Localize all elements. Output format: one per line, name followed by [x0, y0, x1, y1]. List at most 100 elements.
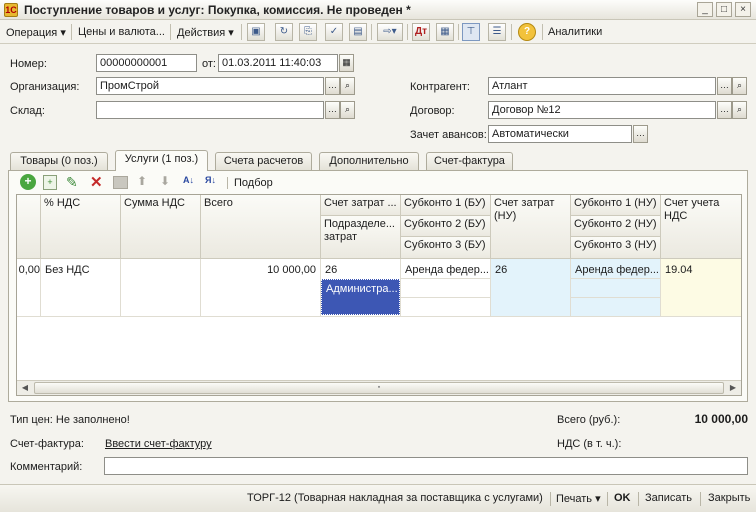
grid-header-cost-account-nu[interactable]: Счет затрат (НУ) — [491, 195, 571, 259]
scroll-thumb[interactable]: ▪ — [34, 382, 724, 394]
structure-icon[interactable]: ⊤ — [462, 23, 480, 41]
grid-header-vat-rate[interactable]: % НДС — [41, 195, 121, 259]
grid-toolbar-separator — [227, 177, 228, 189]
grid-header-subconto1-bu[interactable]: Субконто 1 (БУ) — [401, 195, 491, 216]
footer-separator — [550, 492, 551, 506]
move-down-icon[interactable]: ⬇ — [160, 174, 170, 188]
warehouse-label: Склад: — [10, 105, 45, 117]
clear-post-icon[interactable]: ▤ — [349, 23, 367, 41]
grid-header-subdivision[interactable]: Подразделе... затрат — [321, 216, 401, 259]
row-vat-sum-cell[interactable] — [121, 261, 200, 265]
dt-kt-icon[interactable]: Дт — [412, 23, 430, 41]
advance-select-button[interactable]: … — [633, 125, 648, 143]
row-vat-account-cell[interactable]: 19.04 — [661, 261, 741, 279]
grid-header-cost-account[interactable]: Счет затрат ... — [321, 195, 401, 216]
app-logo-icon: 1С — [4, 3, 18, 17]
grid-header-vat-sum[interactable]: Сумма НДС — [121, 195, 201, 259]
row-cost-account-nu-cell[interactable]: 26 — [491, 261, 570, 279]
list-icon[interactable]: ☰ — [488, 23, 506, 41]
grid-header-vat-account[interactable]: Счет учета НДС — [661, 195, 741, 259]
contract-select-button[interactable]: … — [717, 101, 732, 119]
grid-header-subconto2-bu[interactable]: Субконто 2 (БУ) — [401, 216, 491, 237]
footer-separator — [607, 492, 608, 506]
minimize-button[interactable]: _ — [697, 2, 713, 17]
date-field[interactable]: 01.03.2011 11:40:03 — [218, 54, 338, 72]
grid-header-total[interactable]: Всего — [201, 195, 321, 259]
row-subconto1-nu-cell[interactable]: Аренда федер... — [571, 261, 660, 279]
org-search-icon[interactable]: ⌕ — [340, 77, 355, 95]
contractor-label: Контрагент: — [410, 81, 470, 93]
warehouse-select-button[interactable]: … — [325, 101, 340, 119]
contractor-field[interactable]: Атлант — [488, 77, 716, 95]
calendar-icon[interactable]: ▦ — [339, 54, 354, 72]
scroll-right-icon[interactable]: ▶ — [726, 382, 740, 394]
row-subdivision-cell[interactable]: Администра... — [321, 279, 400, 315]
selection-button[interactable]: Подбор — [234, 177, 273, 189]
tab-accounts[interactable]: Счета расчетов — [215, 152, 312, 170]
delete-row-icon[interactable]: ✕ — [90, 173, 103, 191]
maximize-button[interactable]: □ — [716, 2, 732, 17]
enter-invoice-link[interactable]: Ввести счет-фактуру — [105, 438, 212, 450]
comment-field[interactable] — [104, 457, 748, 475]
actions-menu[interactable]: Действия ▾ — [177, 26, 234, 39]
number-label: Номер: — [10, 58, 47, 70]
scroll-left-icon[interactable]: ◀ — [18, 382, 32, 394]
grid-header-subconto3-nu[interactable]: Субконто 3 (НУ) — [571, 237, 661, 259]
contractor-select-button[interactable]: … — [717, 77, 732, 95]
operation-menu[interactable]: Операция ▾ — [6, 26, 66, 39]
number-field[interactable]: 00000000001 — [96, 54, 197, 72]
print-menu-button[interactable]: Печать ▾ — [556, 492, 601, 505]
grid-header-subconto2-nu[interactable]: Субконто 2 (НУ) — [571, 216, 661, 237]
copy-doc-icon[interactable]: ⎘ — [299, 23, 317, 41]
prices-currency-button[interactable]: Цены и валюта... — [78, 26, 165, 38]
print-doc-icon[interactable]: ▦ — [436, 23, 454, 41]
ok-button[interactable]: OK — [614, 492, 631, 504]
row-vat-rate-cell[interactable]: Без НДС — [41, 261, 120, 279]
contract-field[interactable]: Договор №12 — [488, 101, 716, 119]
grid-header-subconto3-bu[interactable]: Субконто 3 (БУ) — [401, 237, 491, 259]
org-label: Организация: — [10, 81, 80, 93]
advance-field[interactable]: Автоматически — [488, 125, 632, 143]
end-edit-icon[interactable] — [113, 176, 128, 189]
horizontal-scrollbar[interactable]: ◀ ▪ ▶ — [17, 380, 741, 395]
toolbar-separator — [511, 24, 512, 40]
row-total-cell[interactable]: 10 000,00 — [201, 261, 320, 279]
row-subconto1-bu-cell[interactable]: Аренда федер... — [401, 261, 490, 279]
sort-asc-icon[interactable]: А↓ — [183, 175, 194, 185]
close-window-button[interactable]: × — [735, 2, 751, 17]
row-cost-account-cell[interactable]: 26 — [321, 261, 400, 279]
toolbar-separator — [407, 24, 408, 40]
org-field[interactable]: ПромСтрой — [96, 77, 324, 95]
move-up-icon[interactable]: ⬆ — [137, 174, 147, 188]
grid-line — [571, 297, 661, 298]
goto-icon[interactable]: ⇨▾ — [377, 23, 403, 41]
comment-label: Комментарий: — [10, 461, 83, 473]
tab-services[interactable]: Услуги (1 поз.) — [115, 150, 208, 171]
tab-invoice[interactable]: Счет-фактура — [426, 152, 513, 170]
add-row-icon[interactable]: + — [20, 174, 36, 190]
refresh-icon[interactable]: ↻ — [275, 23, 293, 41]
row-amount-cell[interactable]: 0,00 — [17, 261, 41, 279]
sort-desc-icon[interactable]: Я↓ — [205, 175, 216, 185]
tab-additional[interactable]: Дополнительно — [319, 152, 419, 170]
close-button[interactable]: Закрыть — [708, 492, 750, 504]
toolbar-separator — [71, 24, 72, 40]
footer-separator — [700, 492, 701, 506]
grid-header-subconto1-nu[interactable]: Субконто 1 (НУ) — [571, 195, 661, 216]
analytics-button[interactable]: Аналитики — [548, 26, 602, 38]
torg12-print-button[interactable]: ТОРГ-12 (Товарная накладная за поставщик… — [247, 492, 543, 504]
edit-row-icon[interactable]: ✎ — [66, 174, 78, 191]
save-button[interactable]: Записать — [645, 492, 692, 504]
grid-header-amount[interactable] — [17, 195, 41, 259]
copy-row-icon[interactable]: + — [43, 175, 57, 190]
warehouse-search-icon[interactable]: ⌕ — [340, 101, 355, 119]
contract-search-icon[interactable]: ⌕ — [732, 101, 747, 119]
services-grid: % НДС Сумма НДС Всего Счет затрат ... По… — [16, 194, 742, 396]
tab-goods[interactable]: Товары (0 поз.) — [10, 152, 108, 170]
warehouse-field[interactable] — [96, 101, 324, 119]
org-select-button[interactable]: … — [325, 77, 340, 95]
contractor-search-icon[interactable]: ⌕ — [732, 77, 747, 95]
post-icon[interactable]: ✓ — [325, 23, 343, 41]
help-icon[interactable]: ? — [518, 23, 536, 41]
save-icon[interactable]: ▣ — [247, 23, 265, 41]
